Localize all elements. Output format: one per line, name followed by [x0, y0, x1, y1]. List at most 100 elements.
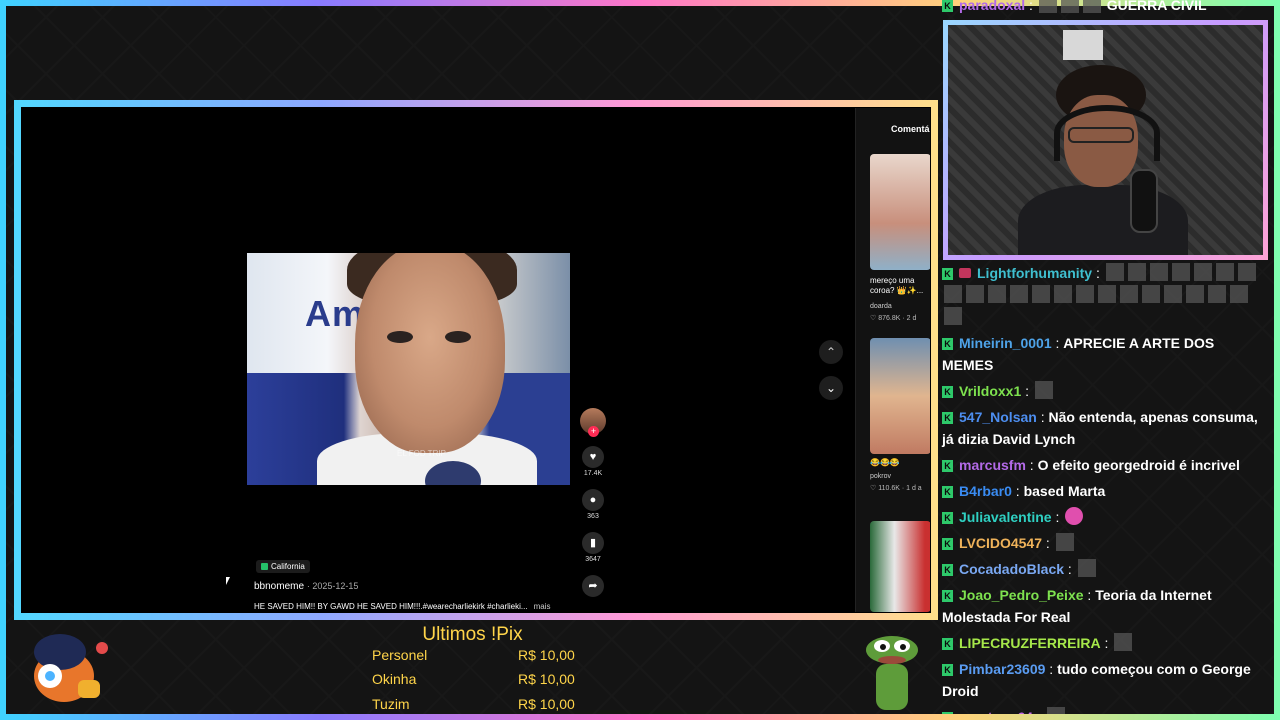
chat-message: K LIPECRUZFERREIRA :	[942, 632, 1268, 654]
kick-badge-icon: K	[942, 386, 953, 398]
more-link[interactable]: mais	[534, 602, 551, 611]
pix-amount: R$ 10,00	[518, 647, 575, 663]
share-icon[interactable]: ➦	[582, 575, 604, 597]
subscriber-badge-icon	[959, 268, 971, 278]
caption-text: HE SAVED HIM!! BY GAWD HE SAVED HIM!!!.#…	[254, 602, 528, 611]
tab-comments[interactable]: Comentár	[891, 124, 930, 134]
chat-username[interactable]: Pimbar23609	[959, 661, 1045, 677]
streamer-webcam	[943, 20, 1268, 260]
recommended-video-stats: ♡ 876.8K · 2 d	[870, 315, 917, 322]
author-line: bbnomeme · 2025-12-15	[254, 581, 359, 592]
location-label: California	[271, 562, 305, 571]
video-actions: + ♥ 17.4K ● 363 ▮ 3647 ➦	[578, 408, 608, 599]
mascot-sticker	[22, 628, 112, 708]
latest-pix-panel: Ultimos !Pix Personel R$ 10,00 Okinha R$ 1…	[300, 620, 660, 716]
author-name[interactable]: bbnomeme	[254, 581, 304, 592]
recommended-video-stats: ♡ 110.6K · 1 d a	[870, 485, 922, 492]
creator-avatar[interactable]: +	[580, 408, 606, 437]
glasses	[1068, 127, 1134, 143]
chat-message: K Joao_Pedro_Peixe : Teoria da Internet M…	[942, 587, 1212, 625]
chat-message: K Lightforhumanity :	[942, 262, 1268, 328]
kick-badge-icon: K	[942, 638, 953, 650]
video-player[interactable]: Am EL FOD TRIP	[247, 253, 570, 485]
location-icon	[261, 563, 268, 570]
chat-username[interactable]: CocadadoBlack	[959, 561, 1064, 577]
chat-message-text: based Marta	[1023, 483, 1106, 499]
chat-username[interactable]: LIPECRUZFERREIRA	[959, 635, 1101, 651]
post-date: 2025-12-15	[312, 581, 359, 591]
chat-username[interactable]: LVCIDO4547	[959, 535, 1042, 551]
recommended-video-title[interactable]: mereço uma coroa? 👑✨...	[870, 276, 930, 296]
kick-badge-icon: K	[942, 486, 953, 498]
chat-username[interactable]: Vrildoxx1	[959, 383, 1021, 399]
chat-message-text: O efeito georgedroid é incrivel	[1037, 457, 1240, 473]
video-caption: HE SAVED HIM!! BY GAWD HE SAVED HIM!!!.#…	[254, 602, 550, 611]
chat-panel: K Lightforhumanity : K Mineirin_0001 : APR…	[940, 262, 1270, 714]
kick-badge-icon: K	[942, 460, 953, 472]
kick-badge-icon: K	[942, 412, 953, 424]
kick-badge-icon: K	[942, 268, 953, 280]
chat-message: Kmarcusfm : O efeito georgedroid é incri…	[942, 454, 1268, 476]
chat-message-text: GUERRA CIVIL	[1106, 0, 1207, 13]
chat-message: K B4rbar0 : based Marta	[942, 480, 1268, 502]
comment-icon[interactable]: ●	[582, 489, 604, 511]
recommended-video-thumbnail[interactable]	[870, 154, 930, 270]
chat-username[interactable]: 547_Nolsan	[959, 409, 1037, 425]
kick-badge-icon: K	[942, 338, 953, 350]
comment-count: 363	[587, 513, 599, 520]
follow-plus-icon[interactable]: +	[588, 426, 599, 437]
save-count: 3647	[585, 556, 601, 563]
kick-badge-icon: K	[942, 664, 953, 676]
next-video-chevron-down-icon[interactable]: ⌄	[819, 376, 843, 400]
kick-badge-icon: K	[942, 712, 953, 714]
pepe-frog-sticker	[862, 632, 922, 714]
recommendations-panel: Comentár mereço uma coroa? 👑✨... doarda …	[855, 108, 930, 612]
chat-username[interactable]: marcusfm	[959, 457, 1026, 473]
pix-donor: Personel	[372, 647, 428, 663]
pix-amount: R$ 10,00	[518, 671, 575, 687]
kick-badge-icon: K	[942, 512, 953, 524]
kick-badge-icon: K	[942, 564, 953, 576]
chat-username[interactable]: Mineirin_0001	[959, 335, 1052, 351]
location-tag[interactable]: California	[256, 560, 310, 573]
chat-message: K LVCIDO4547 :	[942, 532, 1268, 554]
chat-username[interactable]: Juliavalentine	[959, 509, 1052, 525]
chat-username[interactable]: Lightforhumanity	[977, 265, 1092, 281]
chat-previous-message: Kparadoxal : GUERRA CIVIL	[940, 0, 1270, 16]
emote-icon	[1065, 507, 1084, 525]
recommended-video-title[interactable]: 😂😂😂	[870, 458, 930, 468]
chat-message: K Pimbar23609 : tudo começou com o George…	[942, 661, 1251, 699]
kick-badge-icon: K	[942, 538, 953, 550]
pix-title: Ultimos !Pix	[422, 624, 523, 645]
bookmark-icon[interactable]: ▮	[582, 532, 604, 554]
pix-entry: Personel R$ 10,00	[372, 647, 582, 663]
chat-username[interactable]: B4rbar0	[959, 483, 1012, 499]
mouse-cursor-icon	[226, 577, 230, 585]
pix-entry: Tuzim R$ 10,00	[372, 696, 582, 712]
chat-message: K Mineirin_0001 : APRECIE A ARTE DOS MEME…	[942, 335, 1215, 373]
like-heart-icon[interactable]: ♥	[582, 446, 604, 468]
chat-message: Kmustang64 :	[942, 706, 1268, 714]
chat-username[interactable]: mustang64	[959, 709, 1033, 714]
tiktok-player: Am EL FOD TRIP + ♥ 17.4K ● 363 ▮ 3647 ➦ …	[22, 108, 930, 612]
chat-message: K 547_Nolsan : Não entenda, apenas consum…	[942, 409, 1258, 447]
pix-donor: Tuzim	[372, 696, 410, 712]
chat-message: K Vrildoxx1 :	[942, 380, 1268, 402]
chat-username[interactable]: Joao_Pedro_Peixe	[959, 587, 1084, 603]
chat-username[interactable]: paradoxal	[959, 0, 1025, 13]
microphone	[1130, 169, 1158, 233]
pix-donor: Okinha	[372, 671, 417, 687]
video-watermark: EL FOD TRIP	[397, 449, 446, 458]
kick-badge-icon: K	[942, 590, 953, 602]
video-person-face	[355, 253, 505, 453]
pix-amount: R$ 10,00	[518, 696, 575, 712]
recommended-video-author[interactable]: pokrov	[870, 473, 891, 480]
chat-message: K Juliavalentine :	[942, 506, 1268, 528]
recommended-video-thumbnail[interactable]	[870, 338, 930, 454]
recommended-video-author[interactable]: doarda	[870, 303, 892, 310]
recommended-video-thumbnail[interactable]	[870, 521, 930, 612]
pix-entry: Okinha R$ 10,00	[372, 671, 582, 687]
previous-video-chevron-up-icon[interactable]: ⌃	[819, 340, 843, 364]
like-count: 17.4K	[583, 470, 603, 477]
chat-message: K CocadadoBlack :	[942, 558, 1268, 580]
